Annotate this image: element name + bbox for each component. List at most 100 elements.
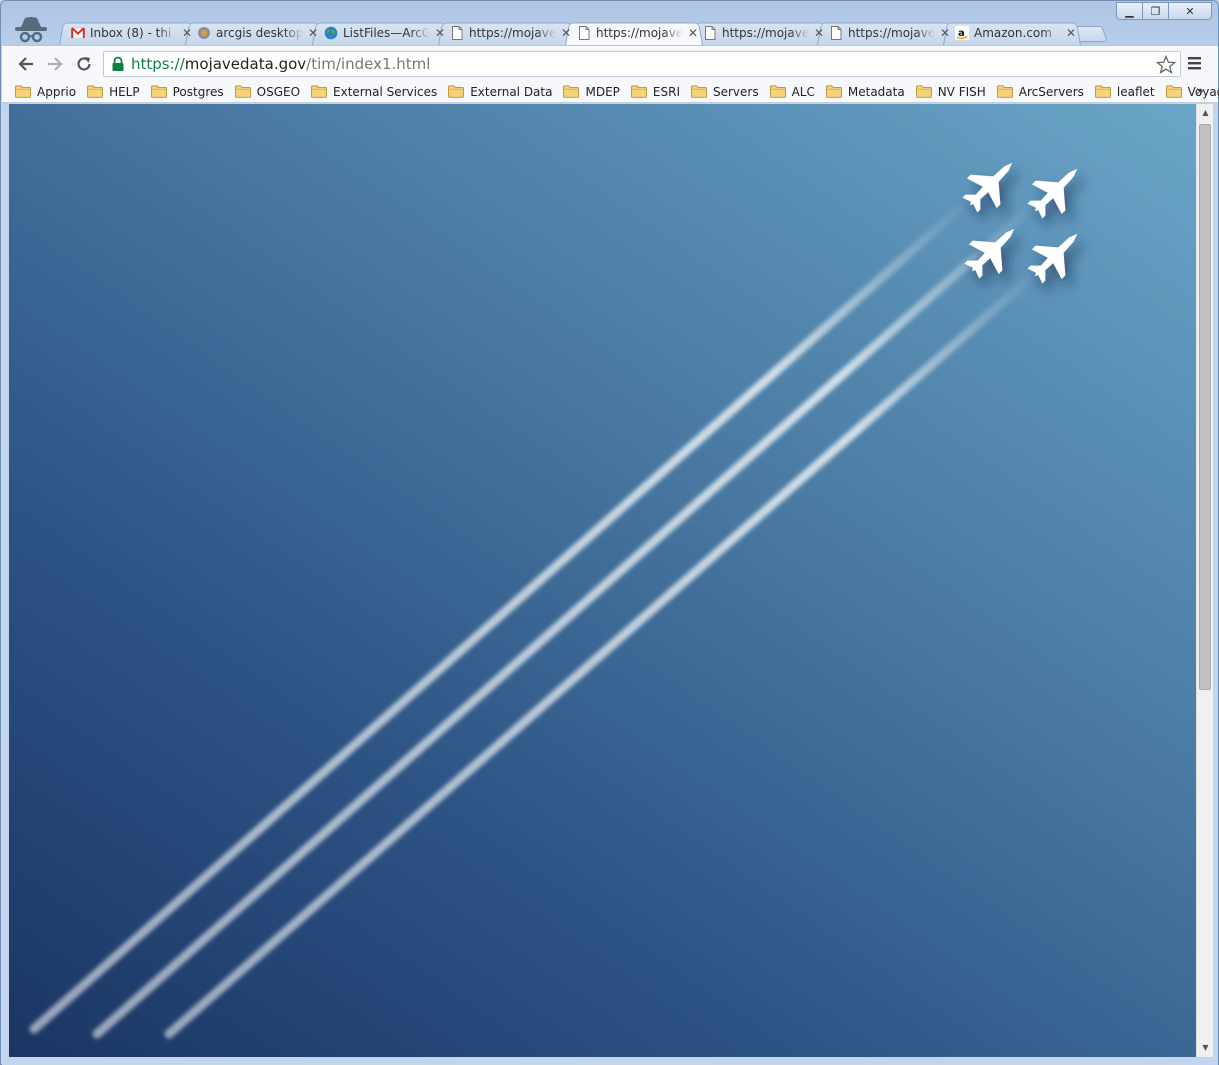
folder-icon [825,85,842,98]
url-host: mojavedata.gov [184,55,307,73]
jet-icon [955,147,1028,220]
back-arrow-icon [18,57,33,71]
tab[interactable]: a Amazon.com ✕ [955,21,1077,45]
lock-icon [112,56,124,71]
bookmark-folder[interactable]: Voyager [1165,85,1219,99]
window-controls: ▁ ❐ ✕ [1116,2,1212,22]
bookmark-label: HELP [109,84,140,99]
tab-close-icon[interactable]: ✕ [560,26,572,40]
tab-close-icon[interactable]: ✕ [813,26,825,40]
tab[interactable]: https://mojave ✕ [703,21,825,45]
contrail-left [29,204,964,1034]
bookmarks-overflow-button[interactable]: » [1196,84,1204,99]
bookmark-folder[interactable]: External Services [311,85,437,99]
bookmark-folder[interactable]: MDEP [563,84,620,99]
amazon-icon: a [955,26,969,40]
url-scheme: https:// [131,55,185,73]
folder-icon [234,85,251,98]
tab-title: https://mojave [469,26,556,40]
hamburger-menu-icon [1188,57,1201,70]
forward-button[interactable] [44,53,66,75]
tab-title: Inbox (8) - thi [90,26,172,40]
bookmark-folder[interactable]: Postgres [150,84,224,99]
incognito-icon [13,15,49,45]
tab-close-icon[interactable]: ✕ [181,26,193,40]
bookmark-folder[interactable]: ALC [769,85,815,99]
tab[interactable]: https://mojave ✕ [577,21,699,45]
chrome-menu-button[interactable] [1187,55,1203,71]
toolbar: https://mojavedata.gov/tim/index1.html [2,45,1218,81]
jet-icon [1020,153,1093,226]
tab-title: https://mojave [848,26,935,40]
folder-icon [1094,85,1111,98]
tab-close-icon[interactable]: ✕ [434,26,446,40]
folder-icon [150,85,167,98]
back-button[interactable] [15,53,37,75]
bookmark-label: MDEP [585,84,620,99]
bookmark-label: External Services [333,84,438,99]
tab[interactable]: https://mojave ✕ [450,21,572,45]
globe-icon [324,26,338,40]
bookmark-label: Servers [712,84,759,99]
url-path: /tim/index1.html [306,55,431,73]
contrails [29,204,1034,1039]
folder-icon [996,85,1013,98]
bookmark-folder[interactable]: ESRI [630,85,680,99]
bookmark-star-icon[interactable] [1156,55,1176,75]
bookmark-folder[interactable]: ArcServers [996,85,1084,99]
scroll-up-icon[interactable]: ▲ [1200,107,1211,118]
address-bar[interactable]: https://mojavedata.gov/tim/index1.html [103,51,1181,77]
maximize-button[interactable]: ❐ [1142,2,1169,20]
tab-close-icon[interactable]: ✕ [1065,26,1077,40]
folder-icon [87,85,104,98]
tab[interactable]: https://mojave ✕ [829,21,951,45]
page-icon [703,26,717,40]
jet-formation-illustration [29,147,1093,1039]
bookmark-label: External Data [470,84,553,99]
contrail-right [164,274,1034,1039]
folder-icon [448,85,465,98]
window-bottom-border [2,1057,1218,1065]
bookmark-folder[interactable]: Apprio [15,85,76,99]
folder-icon [1165,85,1182,98]
bookmark-label: Postgres [172,84,224,99]
tab[interactable]: Inbox (8) - thi ✕ [71,21,193,45]
bookmark-folder[interactable]: OSGEO [234,84,301,99]
bookmark-label: leaflet [1116,84,1155,99]
folder-icon [691,85,707,98]
page-viewport [9,104,1196,1057]
folder-icon [769,85,786,98]
folder-icon [915,85,932,98]
minimize-button[interactable]: ▁ [1116,2,1143,20]
bookmarks-bar: Apprio HELP Postgres OSGEO External Services… [2,81,1219,103]
tab[interactable]: ListFiles—ArcG ✕ [324,21,446,45]
tab-close-icon[interactable]: ✕ [307,26,319,40]
bookmark-label: OSGEO [256,84,301,99]
bookmark-label: NV FISH [937,84,986,99]
bookmark-folder[interactable]: NV FISH [915,84,986,99]
bookmark-folder[interactable]: Metadata [825,85,905,99]
contrail-middle [92,209,1029,1039]
folder-icon [563,85,580,98]
folder-icon [311,85,327,98]
bookmark-folder[interactable]: Servers [691,85,759,99]
bookmark-folder[interactable]: leaflet [1094,84,1155,99]
tab-close-icon[interactable]: ✕ [687,26,699,40]
tab-title: arcgis desktop [216,26,303,40]
bookmark-folder[interactable]: HELP [87,85,140,99]
scrollbar-thumb[interactable] [1199,124,1211,690]
tab-title: ListFiles—ArcG [343,26,430,40]
close-window-button[interactable]: ✕ [1168,2,1212,20]
tab[interactable]: arcgis desktop ✕ [197,21,319,45]
tab-close-icon[interactable]: ✕ [939,26,951,40]
folder-icon [630,85,647,98]
page-icon [450,26,464,40]
vertical-scrollbar[interactable]: ▲ ▼ [1196,104,1213,1057]
browser-window: ▁ ❐ ✕ https://mojavedata.gov /tim/index1… [0,0,1219,1065]
scroll-down-icon[interactable]: ▼ [1200,1042,1211,1053]
tab-title: https://mojave [722,26,809,40]
bookmark-folder[interactable]: External Data [448,85,552,99]
reload-button[interactable] [73,53,95,75]
tab-title: Amazon.com [974,26,1052,40]
page-icon [829,26,843,40]
